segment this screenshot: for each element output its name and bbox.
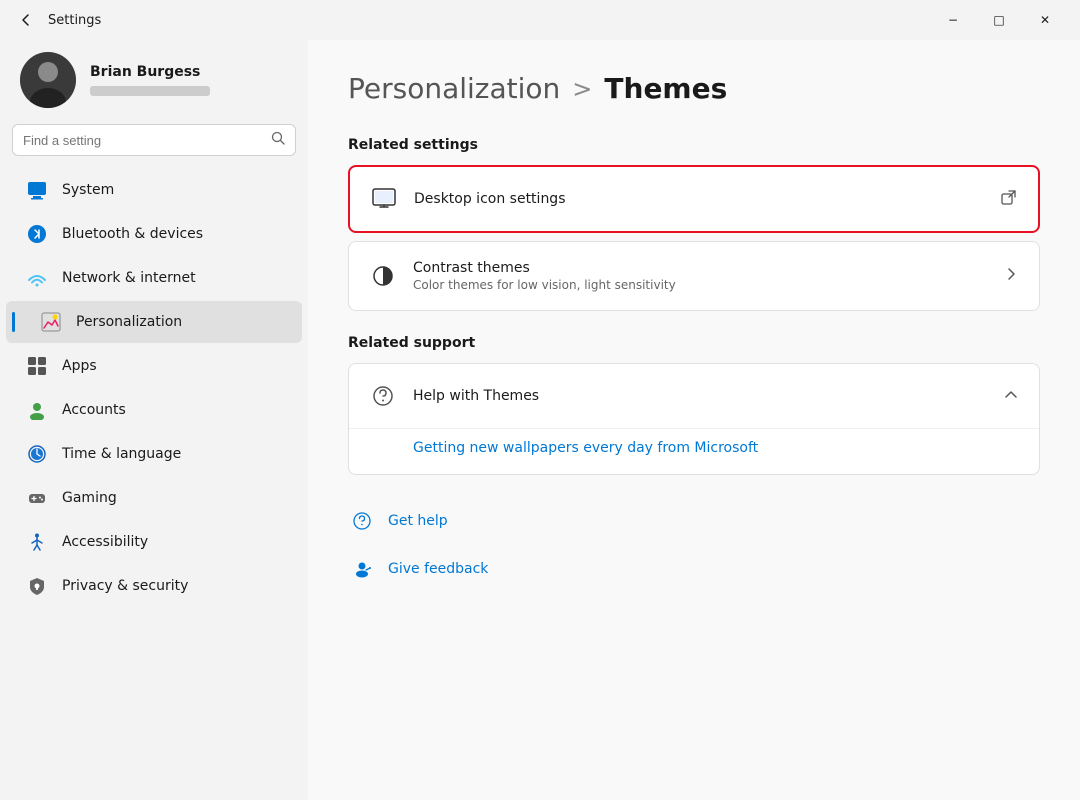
back-button[interactable] xyxy=(12,6,40,34)
bottom-links: Get help Give feedback xyxy=(348,499,1040,591)
breadcrumb: Personalization > Themes xyxy=(348,72,1040,105)
contrast-themes-row[interactable]: Contrast themes Color themes for low vis… xyxy=(349,242,1039,310)
content-area: Personalization > Themes Related setting… xyxy=(308,40,1080,800)
network-icon xyxy=(26,267,48,289)
breadcrumb-parent[interactable]: Personalization xyxy=(348,72,560,105)
nav-privacy[interactable]: Privacy & security xyxy=(6,565,302,607)
nav-personalization[interactable]: Personalization xyxy=(6,301,302,343)
user-section[interactable]: Brian Burgess xyxy=(0,40,308,124)
minimize-button[interactable]: − xyxy=(930,4,976,36)
desktop-icon xyxy=(370,185,398,213)
help-icon xyxy=(369,382,397,410)
chevron-up-icon xyxy=(1003,386,1019,406)
time-icon xyxy=(26,443,48,465)
system-label: System xyxy=(62,182,114,198)
nav-network[interactable]: Network & internet xyxy=(6,257,302,299)
desktop-icon-settings-title: Desktop icon settings xyxy=(414,191,984,207)
related-settings-section: Related settings Desktop icon settings xyxy=(348,137,1040,311)
maximize-button[interactable]: □ xyxy=(976,4,1022,36)
get-help-text[interactable]: Get help xyxy=(388,513,448,529)
contrast-themes-text: Contrast themes Color themes for low vis… xyxy=(413,260,987,292)
contrast-themes-subtitle: Color themes for low vision, light sensi… xyxy=(413,278,987,292)
privacy-label: Privacy & security xyxy=(62,578,188,594)
help-with-themes-card: Help with Themes Getting new wallpapers … xyxy=(348,363,1040,475)
search-box[interactable] xyxy=(12,124,296,156)
app-body: Brian Burgess System xyxy=(0,40,1080,800)
apps-icon xyxy=(26,355,48,377)
desktop-icon-settings-card: Desktop icon settings xyxy=(348,165,1040,233)
related-settings-title: Related settings xyxy=(348,137,1040,153)
desktop-icon-settings-row[interactable]: Desktop icon settings xyxy=(350,167,1038,231)
accounts-label: Accounts xyxy=(62,402,126,418)
help-with-themes-title: Help with Themes xyxy=(413,388,987,404)
accounts-icon xyxy=(26,399,48,421)
nav-accessibility[interactable]: Accessibility xyxy=(6,521,302,563)
bluetooth-label: Bluetooth & devices xyxy=(62,226,203,242)
title-bar: Settings − □ ✕ xyxy=(0,0,1080,40)
user-name: Brian Burgess xyxy=(90,64,210,80)
external-link-icon xyxy=(1000,188,1018,210)
close-button[interactable]: ✕ xyxy=(1022,4,1068,36)
system-icon xyxy=(26,179,48,201)
sidebar: Brian Burgess System xyxy=(0,40,308,800)
search-input[interactable] xyxy=(23,133,263,148)
contrast-icon xyxy=(369,262,397,290)
get-help-icon xyxy=(348,507,376,535)
privacy-icon xyxy=(26,575,48,597)
nav-system[interactable]: System xyxy=(6,169,302,211)
nav-bluetooth[interactable]: Bluetooth & devices xyxy=(6,213,302,255)
help-with-themes-body: Getting new wallpapers every day from Mi… xyxy=(349,428,1039,474)
desktop-icon-settings-text: Desktop icon settings xyxy=(414,191,984,207)
user-status-bar xyxy=(90,86,210,96)
gaming-icon xyxy=(26,487,48,509)
chevron-right-icon xyxy=(1003,266,1019,286)
related-support-title: Related support xyxy=(348,335,1040,351)
nav-time[interactable]: Time & language xyxy=(6,433,302,475)
give-feedback-icon xyxy=(348,555,376,583)
related-support-section: Related support Help with Themes xyxy=(348,335,1040,475)
gaming-label: Gaming xyxy=(62,490,117,506)
contrast-themes-title: Contrast themes xyxy=(413,260,987,276)
avatar xyxy=(20,52,76,108)
accessibility-label: Accessibility xyxy=(62,534,148,550)
contrast-themes-card: Contrast themes Color themes for low vis… xyxy=(348,241,1040,311)
user-info: Brian Burgess xyxy=(90,64,210,96)
nav-gaming[interactable]: Gaming xyxy=(6,477,302,519)
give-feedback-text[interactable]: Give feedback xyxy=(388,561,488,577)
nav-accounts[interactable]: Accounts xyxy=(6,389,302,431)
app-title: Settings xyxy=(48,13,101,28)
network-label: Network & internet xyxy=(62,270,196,286)
bluetooth-icon xyxy=(26,223,48,245)
help-with-themes-header[interactable]: Help with Themes xyxy=(349,364,1039,428)
active-indicator xyxy=(12,312,15,332)
search-icon xyxy=(271,131,285,149)
breadcrumb-current: Themes xyxy=(604,72,727,105)
help-with-themes-text: Help with Themes xyxy=(413,388,987,404)
wallpaper-link[interactable]: Getting new wallpapers every day from Mi… xyxy=(413,440,758,456)
personalization-icon xyxy=(40,311,62,333)
apps-label: Apps xyxy=(62,358,97,374)
accessibility-icon xyxy=(26,531,48,553)
time-label: Time & language xyxy=(62,446,181,462)
get-help-row[interactable]: Get help xyxy=(348,499,1040,543)
window-controls: − □ ✕ xyxy=(930,4,1068,36)
nav-apps[interactable]: Apps xyxy=(6,345,302,387)
personalization-label: Personalization xyxy=(76,314,182,330)
breadcrumb-separator: > xyxy=(572,75,592,103)
give-feedback-row[interactable]: Give feedback xyxy=(348,547,1040,591)
